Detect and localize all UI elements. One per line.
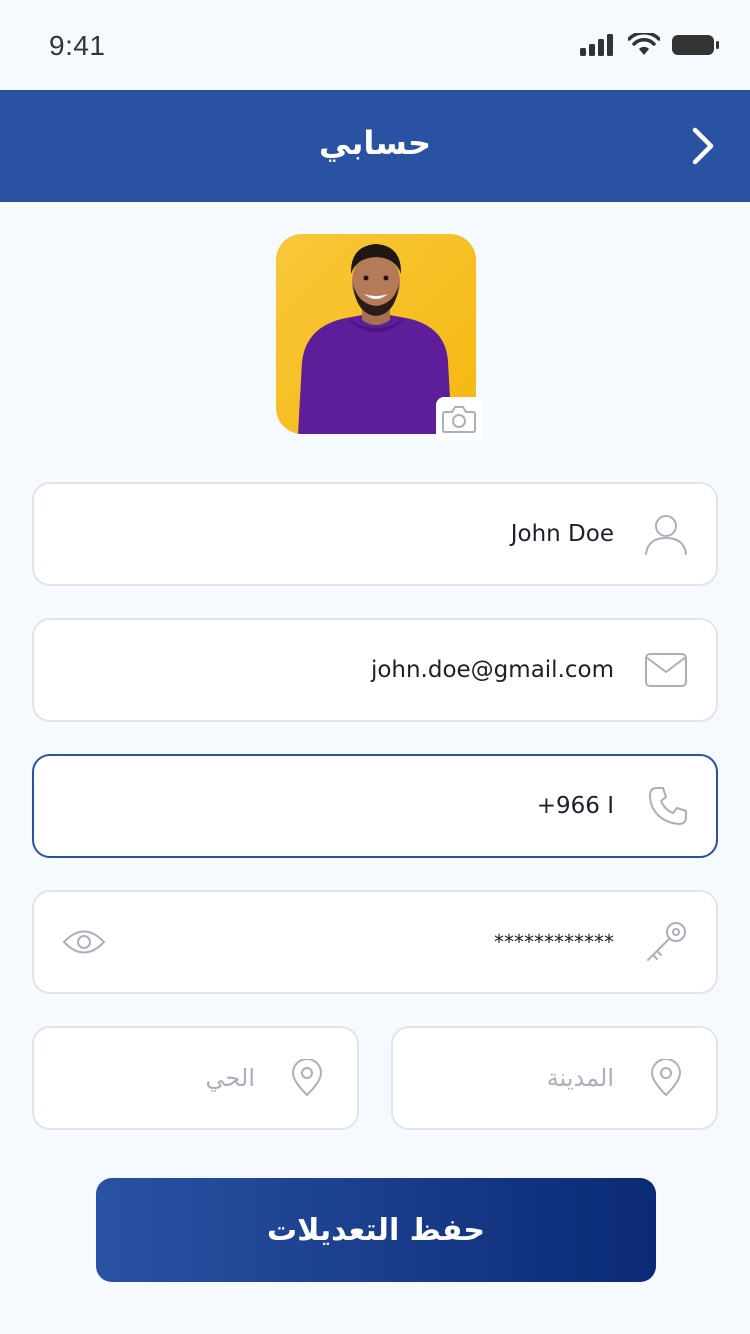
location-pin-icon [291,1059,323,1097]
signal-icon [580,34,613,56]
eye-icon[interactable] [62,927,106,957]
phone-icon [648,786,688,826]
password-value: ************ [494,930,614,954]
status-icons [580,33,720,57]
name-field[interactable]: John Doe [32,482,718,586]
wifi-icon [628,33,660,55]
phone-value: +966 I [536,793,614,819]
user-icon [644,512,688,556]
app-header: حسابي [0,90,750,202]
password-field[interactable]: ************ [32,890,718,994]
page-title: حسابي [318,124,432,162]
save-changes-label: حفظ التعديلات [266,1212,486,1248]
city-placeholder: المدينة [546,1064,614,1092]
city-field[interactable]: المدينة [391,1026,718,1130]
email-value: john.doe@gmail.com [370,657,614,683]
battery-icon [672,35,719,55]
camera-icon [442,406,476,433]
key-icon [644,920,688,964]
location-pin-icon [650,1059,682,1097]
district-placeholder: الحي [205,1064,255,1092]
chevron-right-icon [692,127,714,165]
phone-field[interactable]: +966 I [32,754,718,858]
status-time: 9:41 [49,30,106,61]
envelope-icon [644,652,688,688]
save-changes-button[interactable]: حفظ التعديلات [96,1178,656,1282]
district-field[interactable]: الحي [32,1026,359,1130]
email-field[interactable]: john.doe@gmail.com [32,618,718,722]
avatar-container [276,234,482,441]
name-value: John Doe [510,521,614,547]
change-photo-button[interactable] [436,397,482,441]
status-bar: 9:41 [0,0,750,90]
back-button[interactable] [688,124,718,168]
